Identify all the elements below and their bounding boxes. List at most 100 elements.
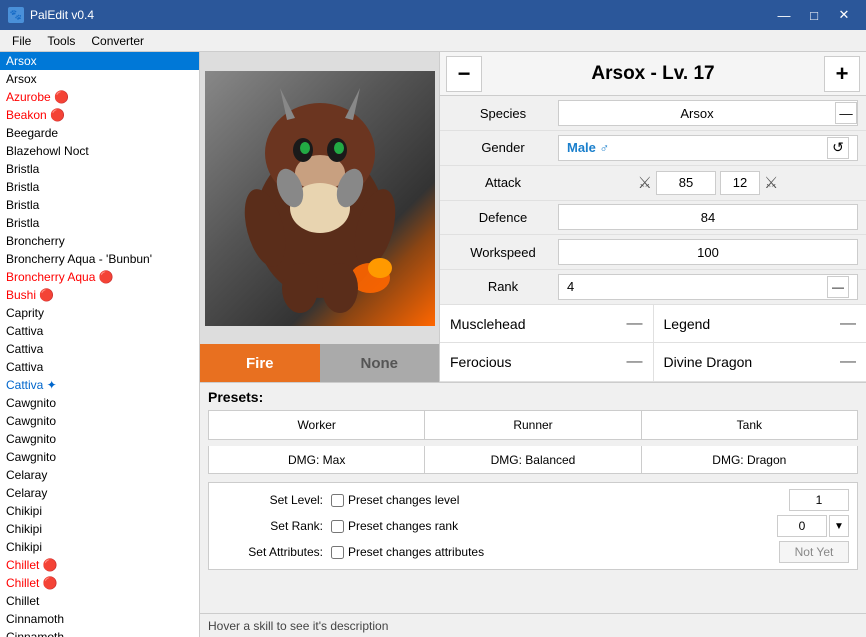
sidebar-item-chillet-3[interactable]: Chillet bbox=[0, 592, 199, 610]
close-button[interactable]: ✕ bbox=[830, 4, 858, 26]
rank-row: Rank 4 — bbox=[440, 270, 866, 305]
skill-ferocious-remove-btn[interactable]: — bbox=[627, 353, 643, 371]
sidebar-item-beakon[interactable]: Beakon 🔴 bbox=[0, 106, 199, 124]
sidebar-item-arsox-2[interactable]: Arsox bbox=[0, 70, 199, 88]
sidebar-item-cattiva-3[interactable]: Cattiva bbox=[0, 358, 199, 376]
sidebar-item-broncherry-aqua[interactable]: Broncherry Aqua 🔴 bbox=[0, 268, 199, 286]
set-rank-label: Set Rank: bbox=[217, 519, 327, 533]
rank-decrease-button[interactable]: — bbox=[827, 276, 849, 298]
sidebar-item-celaray-1[interactable]: Celaray bbox=[0, 466, 199, 484]
preset-dmg-dragon-button[interactable]: DMG: Dragon bbox=[641, 446, 858, 474]
sidebar-item-chikipi-1[interactable]: Chikipi bbox=[0, 502, 199, 520]
gender-row: Gender Male ♂ ↺ bbox=[440, 131, 866, 166]
set-level-check-row: Preset changes level bbox=[331, 493, 591, 507]
skill-cell-divine-dragon: Divine Dragon — bbox=[654, 343, 866, 381]
sidebar-item-azurobe[interactable]: Azurobe 🔴 bbox=[0, 88, 199, 106]
workspeed-label: Workspeed bbox=[448, 245, 558, 260]
defence-value: 84 bbox=[701, 210, 715, 225]
attack-icon-right: ⚔ bbox=[764, 173, 778, 193]
sidebar-item-caprity[interactable]: Caprity bbox=[0, 304, 199, 322]
sidebar-item-cinnamoth-1[interactable]: Cinnamoth bbox=[0, 610, 199, 628]
set-rank-value-area: ▼ bbox=[595, 515, 849, 537]
sidebar-item-cattiva-4[interactable]: Cattiva ✦ bbox=[0, 376, 199, 394]
set-level-checkbox[interactable] bbox=[331, 494, 344, 507]
species-row: Species Arsox — bbox=[440, 96, 866, 131]
defence-value-box: 84 bbox=[558, 204, 858, 230]
sidebar-item-chikipi-3[interactable]: Chikipi bbox=[0, 538, 199, 556]
skill-ferocious-name: Ferocious bbox=[450, 354, 511, 370]
sidebar-item-bristla-1[interactable]: Bristla bbox=[0, 160, 199, 178]
menu-bar: File Tools Converter bbox=[0, 30, 866, 52]
set-attributes-input[interactable] bbox=[779, 541, 849, 563]
level-decrease-button[interactable]: − bbox=[446, 56, 482, 92]
species-decrease-button[interactable]: — bbox=[835, 102, 857, 124]
sidebar-item-arsox-1[interactable]: Arsox bbox=[0, 52, 199, 70]
set-attributes-value-area bbox=[595, 541, 849, 563]
content-area: Fire None − Arsox - Lv. 17 + Species bbox=[200, 52, 866, 637]
skill-divine-dragon-name: Divine Dragon bbox=[664, 354, 753, 370]
sidebar-item-beegarde[interactable]: Beegarde bbox=[0, 124, 199, 142]
main-layout: Arsox Arsox Azurobe 🔴 Beakon 🔴 Beegarde … bbox=[0, 52, 866, 637]
sidebar-item-cattiva-1[interactable]: Cattiva bbox=[0, 322, 199, 340]
set-rank-dropdown-button[interactable]: ▼ bbox=[829, 515, 849, 537]
preset-config: Set Level: Preset changes level Set Rank… bbox=[208, 482, 858, 570]
skill-cell-musclehead: Musclehead — bbox=[440, 305, 654, 343]
skill-divine-dragon-remove-btn[interactable]: — bbox=[840, 353, 856, 371]
type-badges: Fire None bbox=[200, 344, 439, 382]
sidebar-item-cawgnito-4[interactable]: Cawgnito bbox=[0, 448, 199, 466]
sidebar-item-chillet-2[interactable]: Chillet 🔴 bbox=[0, 574, 199, 592]
gender-value-box: Male ♂ ↺ bbox=[558, 135, 858, 161]
window-controls: — □ ✕ bbox=[770, 4, 858, 26]
set-attributes-check-row: Preset changes attributes bbox=[331, 545, 591, 559]
sidebar-item-celaray-2[interactable]: Celaray bbox=[0, 484, 199, 502]
species-label: Species bbox=[448, 106, 558, 121]
app-title: PalEdit v0.4 bbox=[30, 8, 94, 22]
preset-runner-button[interactable]: Runner bbox=[424, 410, 640, 440]
sidebar-item-bristla-2[interactable]: Bristla bbox=[0, 178, 199, 196]
sidebar-item-cawgnito-1[interactable]: Cawgnito bbox=[0, 394, 199, 412]
skill-legend-remove-btn[interactable]: — bbox=[840, 315, 856, 333]
skill-musclehead-remove-btn[interactable]: — bbox=[627, 315, 643, 333]
set-rank-input[interactable] bbox=[777, 515, 827, 537]
attack-value1-input[interactable] bbox=[656, 171, 716, 195]
sidebar-item-bushi[interactable]: Bushi 🔴 bbox=[0, 286, 199, 304]
sidebar-item-cawgnito-3[interactable]: Cawgnito bbox=[0, 430, 199, 448]
menu-file[interactable]: File bbox=[4, 32, 39, 50]
preset-worker-button[interactable]: Worker bbox=[208, 410, 424, 440]
sidebar: Arsox Arsox Azurobe 🔴 Beakon 🔴 Beegarde … bbox=[0, 52, 200, 637]
set-level-input[interactable] bbox=[789, 489, 849, 511]
sidebar-item-bristla-3[interactable]: Bristla bbox=[0, 196, 199, 214]
defence-row: Defence 84 bbox=[440, 201, 866, 236]
sidebar-item-chillet-1[interactable]: Chillet 🔴 bbox=[0, 556, 199, 574]
app-icon: 🐾 bbox=[8, 7, 24, 23]
pal-sprite bbox=[215, 78, 425, 318]
sidebar-item-blazehowl[interactable]: Blazehowl Noct bbox=[0, 142, 199, 160]
sidebar-item-cattiva-2[interactable]: Cattiva bbox=[0, 340, 199, 358]
sidebar-item-broncherry-aqua-bunbun[interactable]: Broncherry Aqua - 'Bunbun' bbox=[0, 250, 199, 268]
set-attributes-checkbox[interactable] bbox=[331, 546, 344, 559]
workspeed-value-box: 100 bbox=[558, 239, 858, 265]
sidebar-item-bristla-4[interactable]: Bristla bbox=[0, 214, 199, 232]
pal-image-container bbox=[200, 52, 439, 344]
set-rank-checkbox[interactable] bbox=[331, 520, 344, 533]
sidebar-item-cinnamoth-2[interactable]: Cinnamoth bbox=[0, 628, 199, 637]
sidebar-item-cawgnito-2[interactable]: Cawgnito bbox=[0, 412, 199, 430]
sidebar-item-broncherry-1[interactable]: Broncherry bbox=[0, 232, 199, 250]
menu-converter[interactable]: Converter bbox=[83, 32, 152, 50]
top-section: Fire None − Arsox - Lv. 17 + Species bbox=[200, 52, 866, 382]
menu-tools[interactable]: Tools bbox=[39, 32, 83, 50]
gender-refresh-button[interactable]: ↺ bbox=[827, 137, 849, 159]
preset-dmg-balanced-button[interactable]: DMG: Balanced bbox=[424, 446, 640, 474]
rank-value: 4 bbox=[567, 279, 574, 294]
preset-dmg-max-button[interactable]: DMG: Max bbox=[208, 446, 424, 474]
species-value-box: Arsox — bbox=[558, 100, 858, 126]
preset-tank-button[interactable]: Tank bbox=[641, 410, 858, 440]
species-display: Arsox bbox=[559, 106, 835, 121]
sidebar-item-chikipi-2[interactable]: Chikipi bbox=[0, 520, 199, 538]
presets-section: Presets: Worker Runner Tank DMG: Max DMG… bbox=[200, 382, 866, 613]
level-increase-button[interactable]: + bbox=[824, 56, 860, 92]
maximize-button[interactable]: □ bbox=[800, 4, 828, 26]
minimize-button[interactable]: — bbox=[770, 4, 798, 26]
attack-value2-input[interactable] bbox=[720, 171, 760, 195]
preset-main-buttons: Worker Runner Tank bbox=[208, 410, 858, 440]
